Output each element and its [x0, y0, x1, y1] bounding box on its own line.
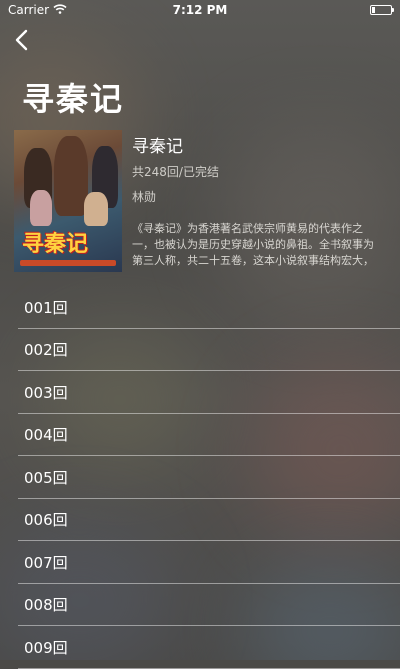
- show-info: 寻秦记 共248回/已完结 林勋 《寻秦记》为香港著名武侠宗师黄易的代表作之一，…: [132, 132, 384, 269]
- cover-strip: [20, 260, 116, 266]
- episode-label: 009回: [24, 638, 68, 657]
- battery-icon: [370, 5, 394, 15]
- episode-label: 005回: [24, 468, 68, 487]
- status-bar: Carrier 7:12 PM: [0, 0, 400, 20]
- episode-item[interactable]: 007回: [0, 541, 400, 584]
- episode-label: 004回: [24, 426, 68, 445]
- battery-level: [372, 7, 375, 13]
- episode-list: 001回 002回 003回 004回 005回 006回 007回 008回 …: [0, 286, 400, 669]
- episode-label: 001回: [24, 298, 68, 317]
- show-name: 寻秦记: [132, 137, 183, 157]
- episode-item[interactable]: 009回: [0, 626, 400, 669]
- episode-item[interactable]: 005回: [0, 456, 400, 499]
- back-button[interactable]: [8, 26, 34, 54]
- episode-label: 007回: [24, 553, 68, 572]
- cover-logo: 寻秦记: [22, 232, 89, 257]
- episode-label: 006回: [24, 511, 68, 530]
- show-cover-image[interactable]: 寻秦记: [14, 130, 122, 272]
- episode-item[interactable]: 001回: [0, 286, 400, 329]
- episode-item[interactable]: 003回: [0, 371, 400, 414]
- show-description: 《寻秦记》为香港著名武侠宗师黄易的代表作之一，也被认为是历史穿越小说的鼻祖。全书…: [132, 222, 374, 267]
- status-time: 7:12 PM: [172, 3, 228, 17]
- chevron-left-icon: [15, 29, 28, 51]
- episode-item[interactable]: 008回: [0, 584, 400, 627]
- episode-label: 002回: [24, 341, 68, 360]
- episode-item[interactable]: 002回: [0, 329, 400, 372]
- episode-item[interactable]: 006回: [0, 499, 400, 542]
- episode-item[interactable]: 004回: [0, 414, 400, 457]
- page-title: 寻秦记: [22, 80, 125, 118]
- narrator-name: 林勋: [132, 190, 157, 204]
- episode-label: 008回: [24, 596, 68, 615]
- episode-label: 003回: [24, 383, 68, 402]
- episode-count: 共248回/已完结: [132, 165, 219, 179]
